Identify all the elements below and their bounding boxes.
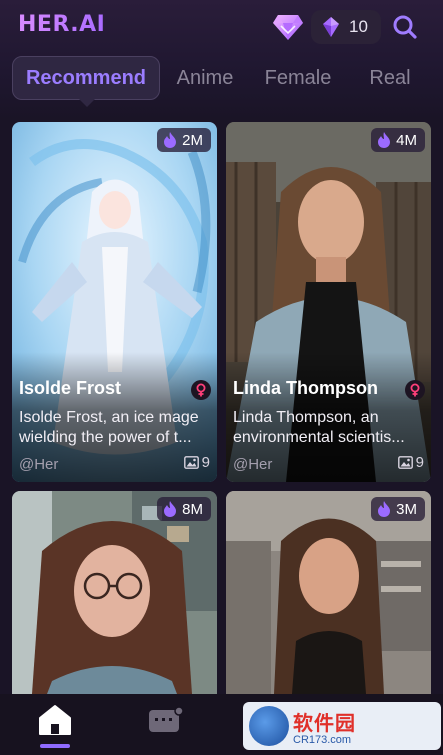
popularity-badge: 4M	[371, 128, 425, 152]
coin-balance[interactable]: 10	[311, 10, 381, 44]
image-icon	[397, 456, 413, 469]
image-count-value: 9	[415, 454, 424, 471]
character-name: Isolde Frost	[19, 378, 122, 398]
popularity-count: 2M	[182, 131, 203, 149]
tab-anime[interactable]: Anime	[170, 56, 240, 100]
tab-recommend[interactable]: Recommend	[12, 56, 160, 107]
image-count-value: 9	[201, 454, 210, 471]
active-tab-indicator	[40, 744, 70, 748]
flame-icon	[164, 132, 177, 148]
watermark-title: 软件园	[293, 710, 356, 735]
character-image	[226, 491, 431, 694]
popularity-count: 4M	[396, 131, 417, 149]
image-icon	[183, 456, 199, 469]
female-icon	[191, 380, 211, 400]
image-count: 9	[397, 454, 424, 471]
popularity-badge: 2M	[157, 128, 211, 152]
coin-count: 10	[349, 17, 368, 36]
app-logo: HER.AI	[18, 12, 106, 37]
character-card[interactable]: 2M Isolde Frost Isolde Frost, an ice mag…	[12, 122, 217, 482]
gem-icon	[323, 17, 339, 37]
top-bar: HER.AI 10	[0, 0, 443, 56]
flame-icon	[378, 501, 391, 517]
author-handle: @Her	[233, 456, 273, 473]
popularity-count: 3M	[396, 500, 417, 518]
character-card[interactable]: 4M Linda Thompson Linda Thompson, an env…	[226, 122, 431, 482]
tab-real[interactable]: Real	[362, 56, 418, 100]
character-description: Isolde Frost, an ice mage wielding the p…	[19, 409, 199, 446]
watermark-banner: 软件园 CR173.com	[243, 702, 441, 750]
flame-icon	[164, 501, 177, 517]
vip-diamond-icon[interactable]	[272, 13, 304, 41]
author-handle: @Her	[19, 456, 59, 473]
popularity-badge: 3M	[371, 497, 425, 521]
character-name: Linda Thompson	[233, 378, 378, 398]
character-image	[12, 491, 217, 694]
tab-female[interactable]: Female	[258, 56, 338, 100]
character-card[interactable]: 8M	[12, 491, 217, 694]
image-count: 9	[183, 454, 210, 471]
chat-icon[interactable]	[148, 706, 184, 736]
watermark-text: 软件园 CR173.com	[293, 707, 356, 746]
category-tabs: Recommend Anime Female Real	[0, 56, 443, 107]
character-card[interactable]: 3M	[226, 491, 431, 694]
home-icon[interactable]	[38, 704, 72, 736]
popularity-count: 8M	[182, 500, 203, 518]
popularity-badge: 8M	[157, 497, 211, 521]
search-icon[interactable]	[392, 14, 418, 40]
female-icon	[405, 380, 425, 400]
watermark-subtitle: CR173.com	[293, 733, 352, 746]
flame-icon	[378, 132, 391, 148]
character-description: Linda Thompson, an environmental scienti…	[233, 409, 405, 446]
watermark-logo-icon	[249, 706, 289, 746]
